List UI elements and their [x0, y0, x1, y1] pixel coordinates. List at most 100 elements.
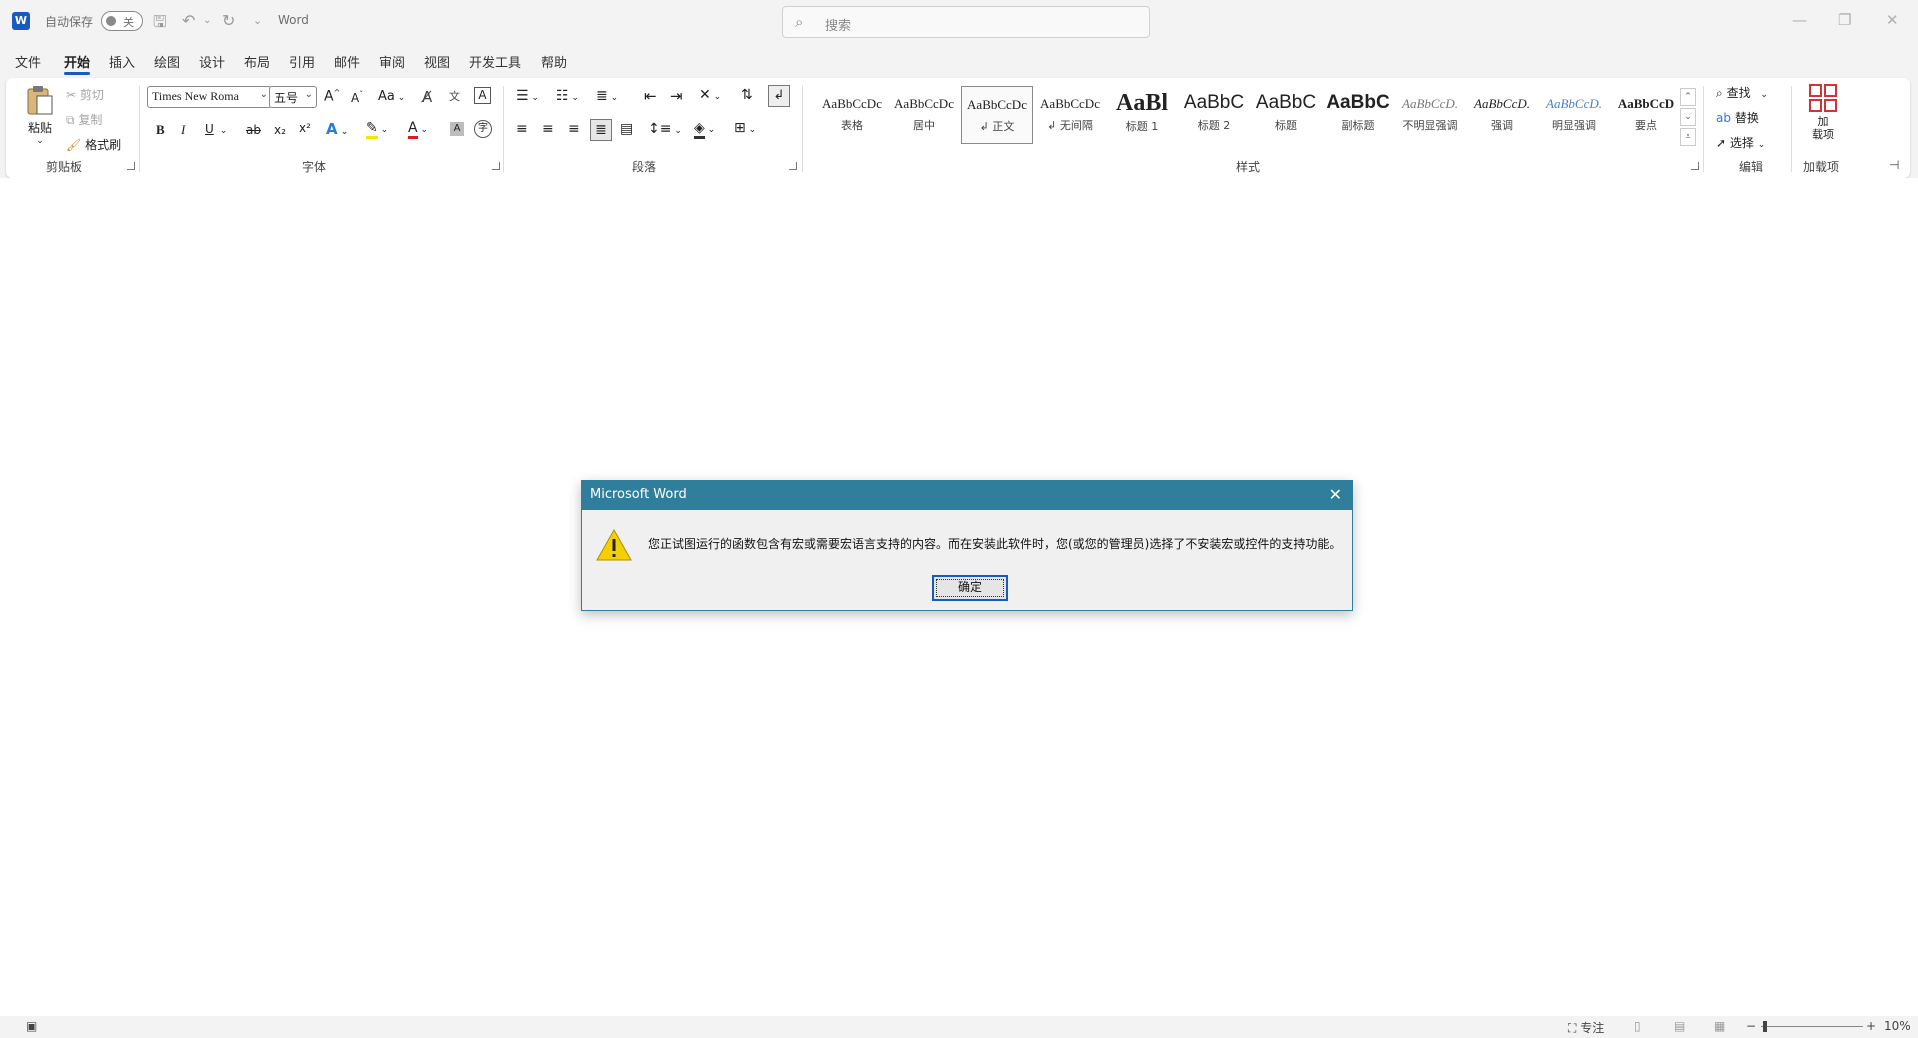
autosave-toggle[interactable]: 关: [101, 11, 143, 31]
style-intense-emphasis[interactable]: AaBbCcD. 明显强调: [1538, 86, 1610, 144]
zoom-slider-thumb[interactable]: [1763, 1021, 1767, 1032]
paragraph-launcher-icon[interactable]: [789, 162, 797, 170]
subscript-button[interactable]: x₂: [274, 123, 286, 137]
copy-button[interactable]: ⧉ 复制: [66, 111, 102, 128]
web-layout-icon[interactable]: ▦: [1714, 1019, 1725, 1033]
restore-icon[interactable]: ❐: [1838, 11, 1851, 29]
style-heading-1[interactable]: AaBl 标题 1: [1106, 86, 1178, 144]
numbering-icon[interactable]: ☷ ⌄: [556, 88, 579, 104]
character-border-icon[interactable]: A: [474, 87, 491, 104]
read-mode-icon[interactable]: ▯: [1634, 1019, 1641, 1033]
decrease-indent-icon[interactable]: ⇤: [644, 87, 657, 105]
shading-icon[interactable]: ◈ ⌄: [694, 120, 715, 139]
increase-indent-icon[interactable]: ⇥: [670, 87, 683, 105]
bold-button[interactable]: B: [156, 122, 165, 138]
tab-home[interactable]: 开始: [64, 52, 91, 75]
format-painter-button[interactable]: 🖌 格式刷: [66, 136, 121, 153]
align-center-icon[interactable]: ≡: [542, 121, 554, 137]
font-launcher-icon[interactable]: [492, 162, 500, 170]
tab-layout[interactable]: 布局: [244, 52, 270, 71]
style-subtle-emphasis[interactable]: AaBbCcD. 不明显强调: [1394, 86, 1466, 144]
tab-draw[interactable]: 绘图: [154, 52, 180, 71]
tab-mailings[interactable]: 邮件: [334, 52, 360, 71]
close-window-icon[interactable]: ✕: [1886, 11, 1899, 29]
highlight-color-button[interactable]: ✎ ⌄: [366, 120, 388, 139]
style-no-spacing[interactable]: AaBbCcDc ↲ 无间隔: [1034, 86, 1106, 144]
distributed-icon[interactable]: ▤: [620, 121, 633, 137]
style-strong[interactable]: AaBbCcD 要点: [1610, 86, 1682, 144]
print-layout-icon[interactable]: ▤: [1674, 1019, 1685, 1033]
zoom-in-button[interactable]: +: [1866, 1019, 1876, 1033]
zoom-level[interactable]: 10%: [1884, 1019, 1911, 1033]
gallery-more-icon[interactable]: ⩡: [1680, 128, 1696, 146]
font-size-select[interactable]: 五号 ⌄: [269, 86, 317, 108]
search-input[interactable]: ⌕ 搜索: [782, 6, 1150, 38]
asian-layout-icon[interactable]: ✕ ⌄: [699, 87, 721, 103]
font-color-button[interactable]: A ⌄: [408, 120, 428, 139]
underline-button[interactable]: U ⌄: [205, 122, 227, 136]
find-button[interactable]: ⌕ 查找 ⌄: [1716, 84, 1768, 101]
ok-button[interactable]: 确定: [932, 575, 1008, 601]
addins-button[interactable]: 加 载项: [1806, 84, 1840, 141]
replace-button[interactable]: ab 替换: [1716, 109, 1759, 126]
zoom-slider[interactable]: [1761, 1026, 1863, 1027]
phonetic-guide-icon[interactable]: 文: [449, 88, 460, 104]
cut-button[interactable]: ✂ 剪切: [66, 86, 104, 103]
save-icon[interactable]: 🖫: [153, 11, 167, 38]
font-name-select[interactable]: Times New Roma ⌄: [147, 86, 272, 108]
superscript-button[interactable]: x²: [299, 121, 311, 135]
tab-design[interactable]: 设计: [199, 52, 225, 71]
style-table[interactable]: AaBbCcDc 表格: [816, 86, 888, 144]
minimize-icon[interactable]: —: [1792, 11, 1807, 29]
select-button[interactable]: ➚ 选择 ⌄: [1716, 134, 1765, 151]
italic-button[interactable]: I: [181, 122, 185, 138]
zoom-out-button[interactable]: −: [1746, 1019, 1756, 1033]
multilevel-list-icon[interactable]: ≣ ⌄: [596, 88, 618, 104]
enclose-characters-icon[interactable]: 字: [474, 120, 492, 138]
proofing-icon[interactable]: ▣: [26, 1019, 37, 1033]
text-effects-icon[interactable]: A ⌄: [326, 120, 348, 138]
show-formatting-marks-icon[interactable]: ↲: [768, 85, 790, 107]
style-emphasis[interactable]: AaBbCcD. 强调: [1466, 86, 1538, 144]
shrink-font-button[interactable]: Aˇ: [351, 90, 363, 105]
style-name: 表格: [841, 119, 863, 132]
clear-formatting-icon[interactable]: A̸: [422, 88, 432, 106]
tab-insert[interactable]: 插入: [109, 52, 135, 71]
tab-view[interactable]: 视图: [424, 52, 450, 71]
gallery-down-icon[interactable]: ⌄: [1680, 108, 1696, 126]
tab-review[interactable]: 审阅: [379, 52, 405, 71]
undo-dropdown-icon[interactable]: ⌄: [203, 15, 211, 26]
redo-icon[interactable]: ↻: [222, 11, 235, 30]
bullets-icon[interactable]: ☰ ⌄: [516, 88, 539, 104]
paste-button[interactable]: 粘贴 ⌄: [24, 84, 56, 146]
change-case-button[interactable]: Aa ⌄: [378, 89, 405, 104]
gallery-up-icon[interactable]: ⌃: [1680, 88, 1696, 106]
focus-button[interactable]: ⛶ 专注: [1568, 1019, 1604, 1036]
divider: [802, 86, 803, 172]
shrink-font-caret: ˇ: [359, 90, 364, 99]
close-icon[interactable]: ✕: [1329, 485, 1342, 504]
character-shading-icon[interactable]: A: [450, 122, 464, 136]
clipboard-launcher-icon[interactable]: [127, 162, 135, 170]
style-heading-2[interactable]: AaBbC 标题 2: [1178, 86, 1250, 144]
sort-icon[interactable]: ⇅: [741, 87, 753, 103]
strikethrough-button[interactable]: ab: [246, 123, 261, 137]
style-title[interactable]: AaBbC 标题: [1250, 86, 1322, 144]
tab-references[interactable]: 引用: [289, 52, 315, 71]
align-right-icon[interactable]: ≡: [568, 121, 580, 137]
borders-icon[interactable]: ⊞ ⌄: [734, 120, 756, 136]
tab-file[interactable]: 文件: [15, 52, 41, 71]
style-normal[interactable]: AaBbCcDc ↲ 正文: [961, 86, 1033, 144]
tab-developer[interactable]: 开发工具: [469, 52, 521, 71]
align-left-icon[interactable]: ≡: [516, 121, 528, 137]
customize-quick-access-icon[interactable]: ⌄: [253, 14, 262, 27]
justify-icon[interactable]: ≣: [590, 119, 612, 141]
undo-icon[interactable]: ↶: [182, 11, 195, 30]
line-spacing-icon[interactable]: ↕≡ ⌄: [648, 121, 682, 137]
style-subtitle[interactable]: AaBbC 副标题: [1322, 86, 1394, 144]
grow-font-button[interactable]: A^: [324, 88, 340, 105]
tab-help[interactable]: 帮助: [541, 52, 567, 71]
pin-ribbon-icon[interactable]: ⊣: [1889, 158, 1899, 172]
styles-launcher-icon[interactable]: [1691, 162, 1699, 170]
style-center[interactable]: AaBbCcDc 居中: [888, 86, 960, 144]
